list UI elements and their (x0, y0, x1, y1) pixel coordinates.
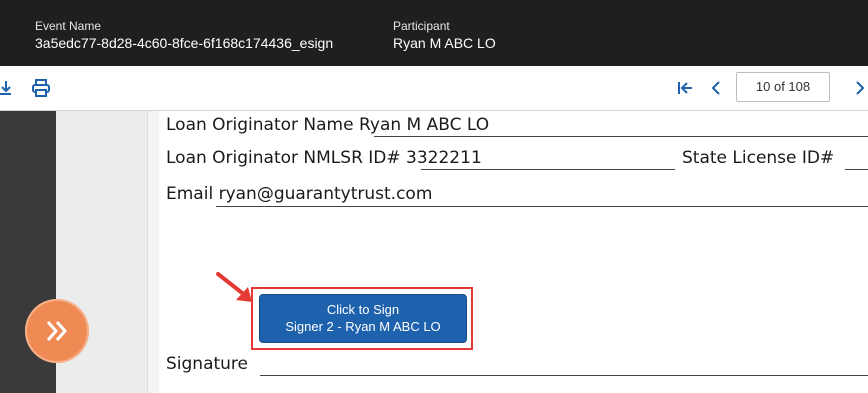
double-chevron-right-icon (46, 321, 68, 341)
document-page: Loan Originator Name Ryan M ABC LO Loan … (159, 111, 868, 393)
nmlsr-label: Loan Originator NMLSR ID# (166, 148, 401, 168)
email-label: Email (166, 184, 214, 204)
lo-name-value: Ryan M ABC LO (359, 115, 490, 135)
nmlsr-underline (421, 169, 675, 170)
click-to-sign-button[interactable]: Click to Sign Signer 2 - Ryan M ABC LO (259, 294, 467, 343)
signature-label: Signature (166, 354, 249, 374)
state-license-underline (845, 169, 868, 170)
state-license-label: State License ID# (682, 148, 835, 168)
event-name-block: Event Name 3a5edc77-8d28-4c60-8fce-6f168… (35, 19, 333, 52)
next-page-icon[interactable] (852, 78, 868, 98)
print-icon[interactable] (31, 78, 51, 98)
first-page-icon[interactable] (676, 78, 696, 98)
next-field-button[interactable] (25, 299, 89, 363)
email-underline (216, 206, 868, 207)
participant-label: Participant (393, 19, 450, 33)
participant-value: Ryan M ABC LO (393, 35, 496, 51)
sign-button-line2: Signer 2 - Ryan M ABC LO (285, 319, 441, 334)
page-indicator[interactable]: 10 of 108 (736, 72, 830, 102)
nmlsr-value: 3322211 (406, 148, 482, 168)
download-icon[interactable] (0, 78, 20, 98)
event-name-label: Event Name (35, 19, 102, 33)
lo-name-underline (374, 136, 868, 137)
event-header: Event Name 3a5edc77-8d28-4c60-8fce-6f168… (0, 0, 868, 66)
signature-underline (260, 375, 868, 376)
event-name-value: 3a5edc77-8d28-4c60-8fce-6f168c174436_esi… (35, 35, 334, 51)
email-value: ryan@guarantytrust.com (218, 184, 433, 204)
sign-button-line1: Click to Sign (326, 302, 400, 317)
lo-name-label: Loan Originator Name (166, 115, 354, 135)
participant-block: Participant Ryan M ABC LO (393, 19, 496, 52)
prev-page-icon[interactable] (706, 78, 726, 98)
viewer-toolbar: 10 of 108 (0, 66, 868, 111)
